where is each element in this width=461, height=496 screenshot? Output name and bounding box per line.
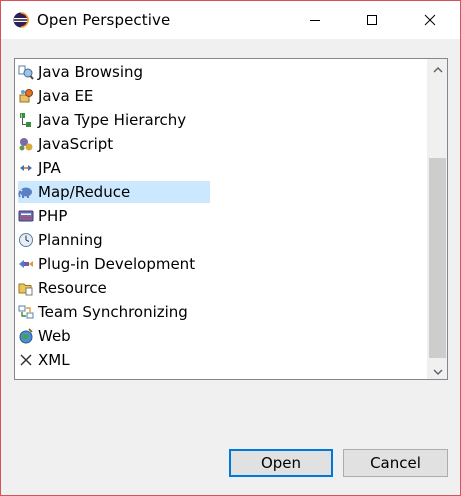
list-item-label: Map/Reduce <box>38 183 131 201</box>
type-hierarchy-icon: J <box>18 112 34 128</box>
list-item-label: Web <box>38 327 71 345</box>
php-icon <box>18 208 34 224</box>
list-item-web[interactable]: Web <box>18 325 71 347</box>
open-perspective-dialog: Open Perspective Java Browsing Java EE J… <box>0 0 461 496</box>
list-item-label: Resource <box>38 279 107 297</box>
perspective-list[interactable]: Java Browsing Java EE J Java Type Hierar… <box>14 58 448 380</box>
window-title: Open Perspective <box>37 11 171 29</box>
list-item-plug-in-development[interactable]: Plug-in Development <box>18 253 195 275</box>
list-item-label: PHP <box>38 207 68 225</box>
list-item-team-synchronizing[interactable]: Team Synchronizing <box>18 301 188 323</box>
clock-icon <box>18 232 34 248</box>
list-item-planning[interactable]: Planning <box>18 229 103 251</box>
xml-icon <box>18 352 34 368</box>
list-item-java-type-hierarchy[interactable]: J Java Type Hierarchy <box>18 109 186 131</box>
jpa-icon <box>18 160 34 176</box>
list-item-javascript[interactable]: JavaScript <box>18 133 113 155</box>
maximize-icon <box>366 11 378 30</box>
minimize-button[interactable] <box>292 1 338 39</box>
list-item-label: JavaScript <box>38 135 114 153</box>
scroll-down-button[interactable] <box>428 362 447 379</box>
list-item-resource[interactable]: Resource <box>18 277 107 299</box>
javascript-icon <box>18 136 34 152</box>
list-item-label: Plug-in Development <box>38 255 196 273</box>
list-item-label: Java Type Hierarchy <box>38 111 187 129</box>
list-item-java-ee[interactable]: Java EE <box>18 85 93 107</box>
folder-icon <box>18 280 34 296</box>
plugin-icon <box>18 256 34 272</box>
list-item-xml[interactable]: XML <box>18 349 70 371</box>
list-item-jpa[interactable]: JPA <box>18 157 61 179</box>
list-item-php[interactable]: PHP <box>18 205 67 227</box>
list-item-label: Planning <box>38 231 103 249</box>
elephant-icon <box>18 184 34 200</box>
sync-icon <box>18 304 34 320</box>
title-bar[interactable]: Open Perspective <box>1 1 460 39</box>
list-item-label: Java EE <box>38 87 94 105</box>
list-item-java-browsing[interactable]: Java Browsing <box>18 61 143 83</box>
list-item-label: XML <box>38 351 70 369</box>
close-icon <box>424 11 436 30</box>
scroll-thumb[interactable] <box>429 158 446 358</box>
svg-text:J: J <box>20 114 22 120</box>
list-item-map-reduce[interactable]: Map/Reduce <box>18 181 210 203</box>
java-browsing-icon <box>18 64 34 80</box>
chevron-down-icon <box>433 361 443 379</box>
scroll-up-button[interactable] <box>428 59 447 76</box>
minimize-icon <box>309 11 321 30</box>
open-button[interactable]: Open <box>229 449 333 477</box>
java-ee-icon <box>18 88 34 104</box>
list-item-label: Team Synchronizing <box>38 303 188 321</box>
maximize-button[interactable] <box>349 1 395 39</box>
cancel-button[interactable]: Cancel <box>343 449 448 477</box>
vertical-scrollbar[interactable] <box>427 59 447 379</box>
chevron-up-icon <box>433 59 443 77</box>
eclipse-icon <box>13 12 29 28</box>
globe-icon <box>18 328 34 344</box>
list-item-label: JPA <box>38 159 61 177</box>
list-item-label: Java Browsing <box>38 63 144 81</box>
close-button[interactable] <box>407 1 453 39</box>
